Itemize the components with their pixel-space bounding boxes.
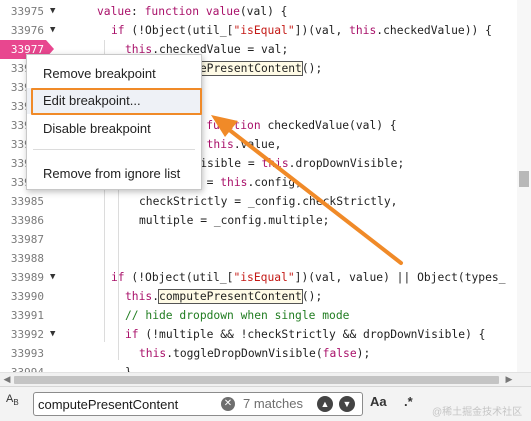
code-token: multiple = _config.multiple; xyxy=(139,214,330,227)
code-token: // hide dropdown when single mode xyxy=(125,309,350,322)
code-text: } xyxy=(125,363,132,372)
fold-toggle-icon[interactable]: ▼ xyxy=(50,325,62,344)
code-line: 33987 xyxy=(0,230,517,249)
code-line: 33993 this.toggleDropDownVisible(false); xyxy=(0,344,517,363)
code-token: .value, xyxy=(233,138,282,151)
vertical-scrollbar[interactable] xyxy=(517,0,531,372)
code-text: this.computePresentContent(); xyxy=(125,287,322,306)
line-number[interactable]: 33987 xyxy=(0,230,46,249)
code-token: . xyxy=(152,290,160,303)
next-match-button[interactable]: ▼ xyxy=(339,396,355,412)
match-case-button[interactable]: Aa xyxy=(370,394,387,409)
watermark: @稀土掘金技术社区 xyxy=(432,407,523,418)
code-token: this xyxy=(261,157,289,170)
horizontal-scroll-thumb[interactable] xyxy=(14,376,499,384)
code-text: checkStrictly = _config.checkStrictly, xyxy=(139,192,397,211)
code-text: multiple = _config.multiple; xyxy=(139,211,329,230)
code-token: function xyxy=(206,119,261,132)
code-token: .checkedValue)) { xyxy=(376,24,492,37)
code-token: if xyxy=(125,328,139,341)
code-token: ])(val, xyxy=(294,24,350,37)
vertical-scroll-thumb[interactable] xyxy=(519,171,529,187)
previous-match-button[interactable]: ▲ xyxy=(317,396,333,412)
code-token: if xyxy=(111,24,125,37)
code-line: 33976 ▼ if (!Object(util_["isEqual"])(val,… xyxy=(0,21,517,40)
line-number[interactable]: 33988 xyxy=(0,249,46,268)
clear-search-icon[interactable]: ✕ xyxy=(221,397,235,411)
breakpoint-context-menu: Remove breakpoint Edit breakpoint... Dis… xyxy=(26,54,202,190)
line-number[interactable]: 33985 xyxy=(0,192,46,211)
code-token: checkStrictly = _config.checkStrictly, xyxy=(139,195,398,208)
code-token: .toggleDropDownVisible( xyxy=(166,347,323,360)
code-token: .dropDownVisible; xyxy=(288,157,405,170)
code-text: if (!Object(util_["isEqual"])(val, this.… xyxy=(111,21,492,40)
code-token: (); xyxy=(301,62,323,75)
code-line: 33985 checkStrictly = _config.checkStrict… xyxy=(0,192,517,211)
match-count: 7 matches xyxy=(243,396,303,411)
line-number[interactable]: 33994 xyxy=(0,363,46,372)
menu-separator xyxy=(33,149,195,150)
code-text: if (!multiple && !checkStrictly && dropD… xyxy=(125,325,485,344)
code-token: ])(val, value) || Object(types_ xyxy=(294,271,506,284)
line-number[interactable]: 33993 xyxy=(0,344,46,363)
search-bar: AB ✕ 7 matches ▲ ▼ Aa .* @稀土掘金技术社区 xyxy=(0,386,531,421)
fold-toggle-icon[interactable]: ▼ xyxy=(50,2,62,21)
code-line: 33988 xyxy=(0,249,517,268)
menu-item-remove-from-ignore-list[interactable]: Remove from ignore list xyxy=(27,161,201,187)
code-token: (!multiple && !checkStrictly && dropDown… xyxy=(138,328,486,341)
line-number[interactable]: 33989 xyxy=(0,268,46,287)
code-text: // hide dropdown when single mode xyxy=(125,306,349,325)
code-text: if (!Object(util_["isEqual"])(val, value… xyxy=(111,268,506,287)
fold-toggle-icon[interactable]: ▼ xyxy=(50,21,62,40)
search-match: computePresentContent xyxy=(158,289,303,304)
code-token: ); xyxy=(356,347,371,360)
line-number[interactable]: 33986 xyxy=(0,211,46,230)
search-input[interactable] xyxy=(38,395,218,413)
annotation-highlight-box xyxy=(31,88,202,115)
code-token: : xyxy=(131,5,145,18)
code-token: "isEqual" xyxy=(233,271,295,284)
line-number[interactable]: 33992 xyxy=(0,325,46,344)
line-number[interactable]: 33990 xyxy=(0,287,46,306)
code-token: (!Object(util_[ xyxy=(124,24,234,37)
code-line: 33986 multiple = _config.multiple; xyxy=(0,211,517,230)
code-token: value xyxy=(97,5,132,18)
line-number[interactable]: 33976 xyxy=(0,21,46,40)
code-line: 33991 // hide dropdown when single mode xyxy=(0,306,517,325)
code-token: "isEqual" xyxy=(233,24,295,37)
code-token: (!Object(util_[ xyxy=(124,271,234,284)
code-text: this.toggleDropDownVisible(false); xyxy=(139,344,370,363)
code-token: this xyxy=(125,290,153,303)
code-token: checkedValue(val) { xyxy=(260,119,397,132)
code-token: this xyxy=(139,347,167,360)
search-field[interactable]: ✕ 7 matches ▲ ▼ xyxy=(33,392,363,416)
code-line: 33992 ▼ if (!multiple && !checkStrictly &&… xyxy=(0,325,517,344)
code-token: value xyxy=(205,5,240,18)
code-token: (); xyxy=(301,290,323,303)
code-token: (val) { xyxy=(239,5,288,18)
line-number[interactable]: 33991 xyxy=(0,306,46,325)
code-line: 33975 ▼ value: function value(val) { xyxy=(0,2,517,21)
code-token: this xyxy=(220,176,248,189)
code-line: 33989▼ if (!Object(util_["isEqual"])(val,… xyxy=(0,268,517,287)
code-line: 33990 this.computePresentContent(); xyxy=(0,287,517,306)
code-token: function xyxy=(144,5,200,18)
code-token: .config, xyxy=(247,176,302,189)
code-line: 33994} xyxy=(0,363,517,372)
code-text: value: function value(val) { xyxy=(97,2,287,21)
scroll-left-icon[interactable]: ◀ xyxy=(1,373,13,387)
regex-button[interactable]: .* xyxy=(404,394,413,409)
code-token: false xyxy=(322,347,357,360)
fold-toggle-icon[interactable]: ▼ xyxy=(50,268,62,287)
replace-toggle-icon[interactable]: AB xyxy=(6,393,19,407)
code-token: this xyxy=(349,24,377,37)
horizontal-scrollbar[interactable]: ◀ ▶ xyxy=(0,372,531,387)
code-token: this xyxy=(206,138,234,151)
replace-toggle-sub: B xyxy=(13,398,19,408)
menu-item-disable-breakpoint[interactable]: Disable breakpoint xyxy=(27,116,201,142)
line-number[interactable]: 33975 xyxy=(0,2,46,21)
menu-item-remove-breakpoint[interactable]: Remove breakpoint xyxy=(27,61,201,87)
scroll-right-icon[interactable]: ▶ xyxy=(503,373,515,387)
